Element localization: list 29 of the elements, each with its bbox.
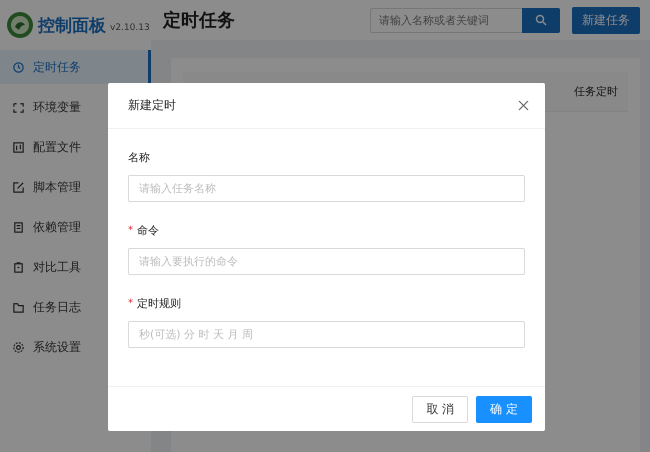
field-label: 名称 [128, 150, 150, 164]
field-label: 定时规则 [137, 296, 181, 310]
file-icon [12, 140, 25, 154]
sidebar-item[interactable]: 定时任务 [0, 50, 151, 84]
input-field[interactable]: 请输入要执行的命令 [128, 248, 525, 275]
search-field[interactable]: 请输入名称或者关键词 [370, 8, 522, 32]
settings-icon [12, 340, 25, 354]
edit-icon [12, 180, 25, 194]
clipboard-icon [12, 260, 25, 274]
search-icon [535, 14, 547, 26]
column-header: 任务定时 [574, 84, 618, 99]
clock-icon [12, 60, 25, 74]
cancel-button[interactable]: 取 消 [412, 396, 468, 422]
required-mark: * [128, 298, 133, 308]
version-label: v2.10.13 [110, 22, 150, 32]
logo-icon [6, 11, 34, 39]
search-button[interactable] [522, 8, 560, 32]
new-task-button[interactable]: 新建任务 [572, 6, 640, 34]
close-icon[interactable] [518, 100, 529, 111]
required-mark: * [128, 224, 133, 236]
dialog-title: 新建定时 [128, 97, 176, 114]
app-title: 控制面板 [38, 14, 106, 36]
page-title: 定时任务 [163, 9, 236, 32]
folder-icon [12, 300, 25, 314]
input-field[interactable]: 秒(可选) 分 时 天 月 周 [128, 321, 525, 348]
ok-button[interactable]: 确 定 [476, 396, 532, 422]
list-icon [12, 220, 25, 234]
input-field[interactable]: 请输入任务名称 [128, 175, 525, 202]
field-label: 命令 [137, 222, 159, 238]
